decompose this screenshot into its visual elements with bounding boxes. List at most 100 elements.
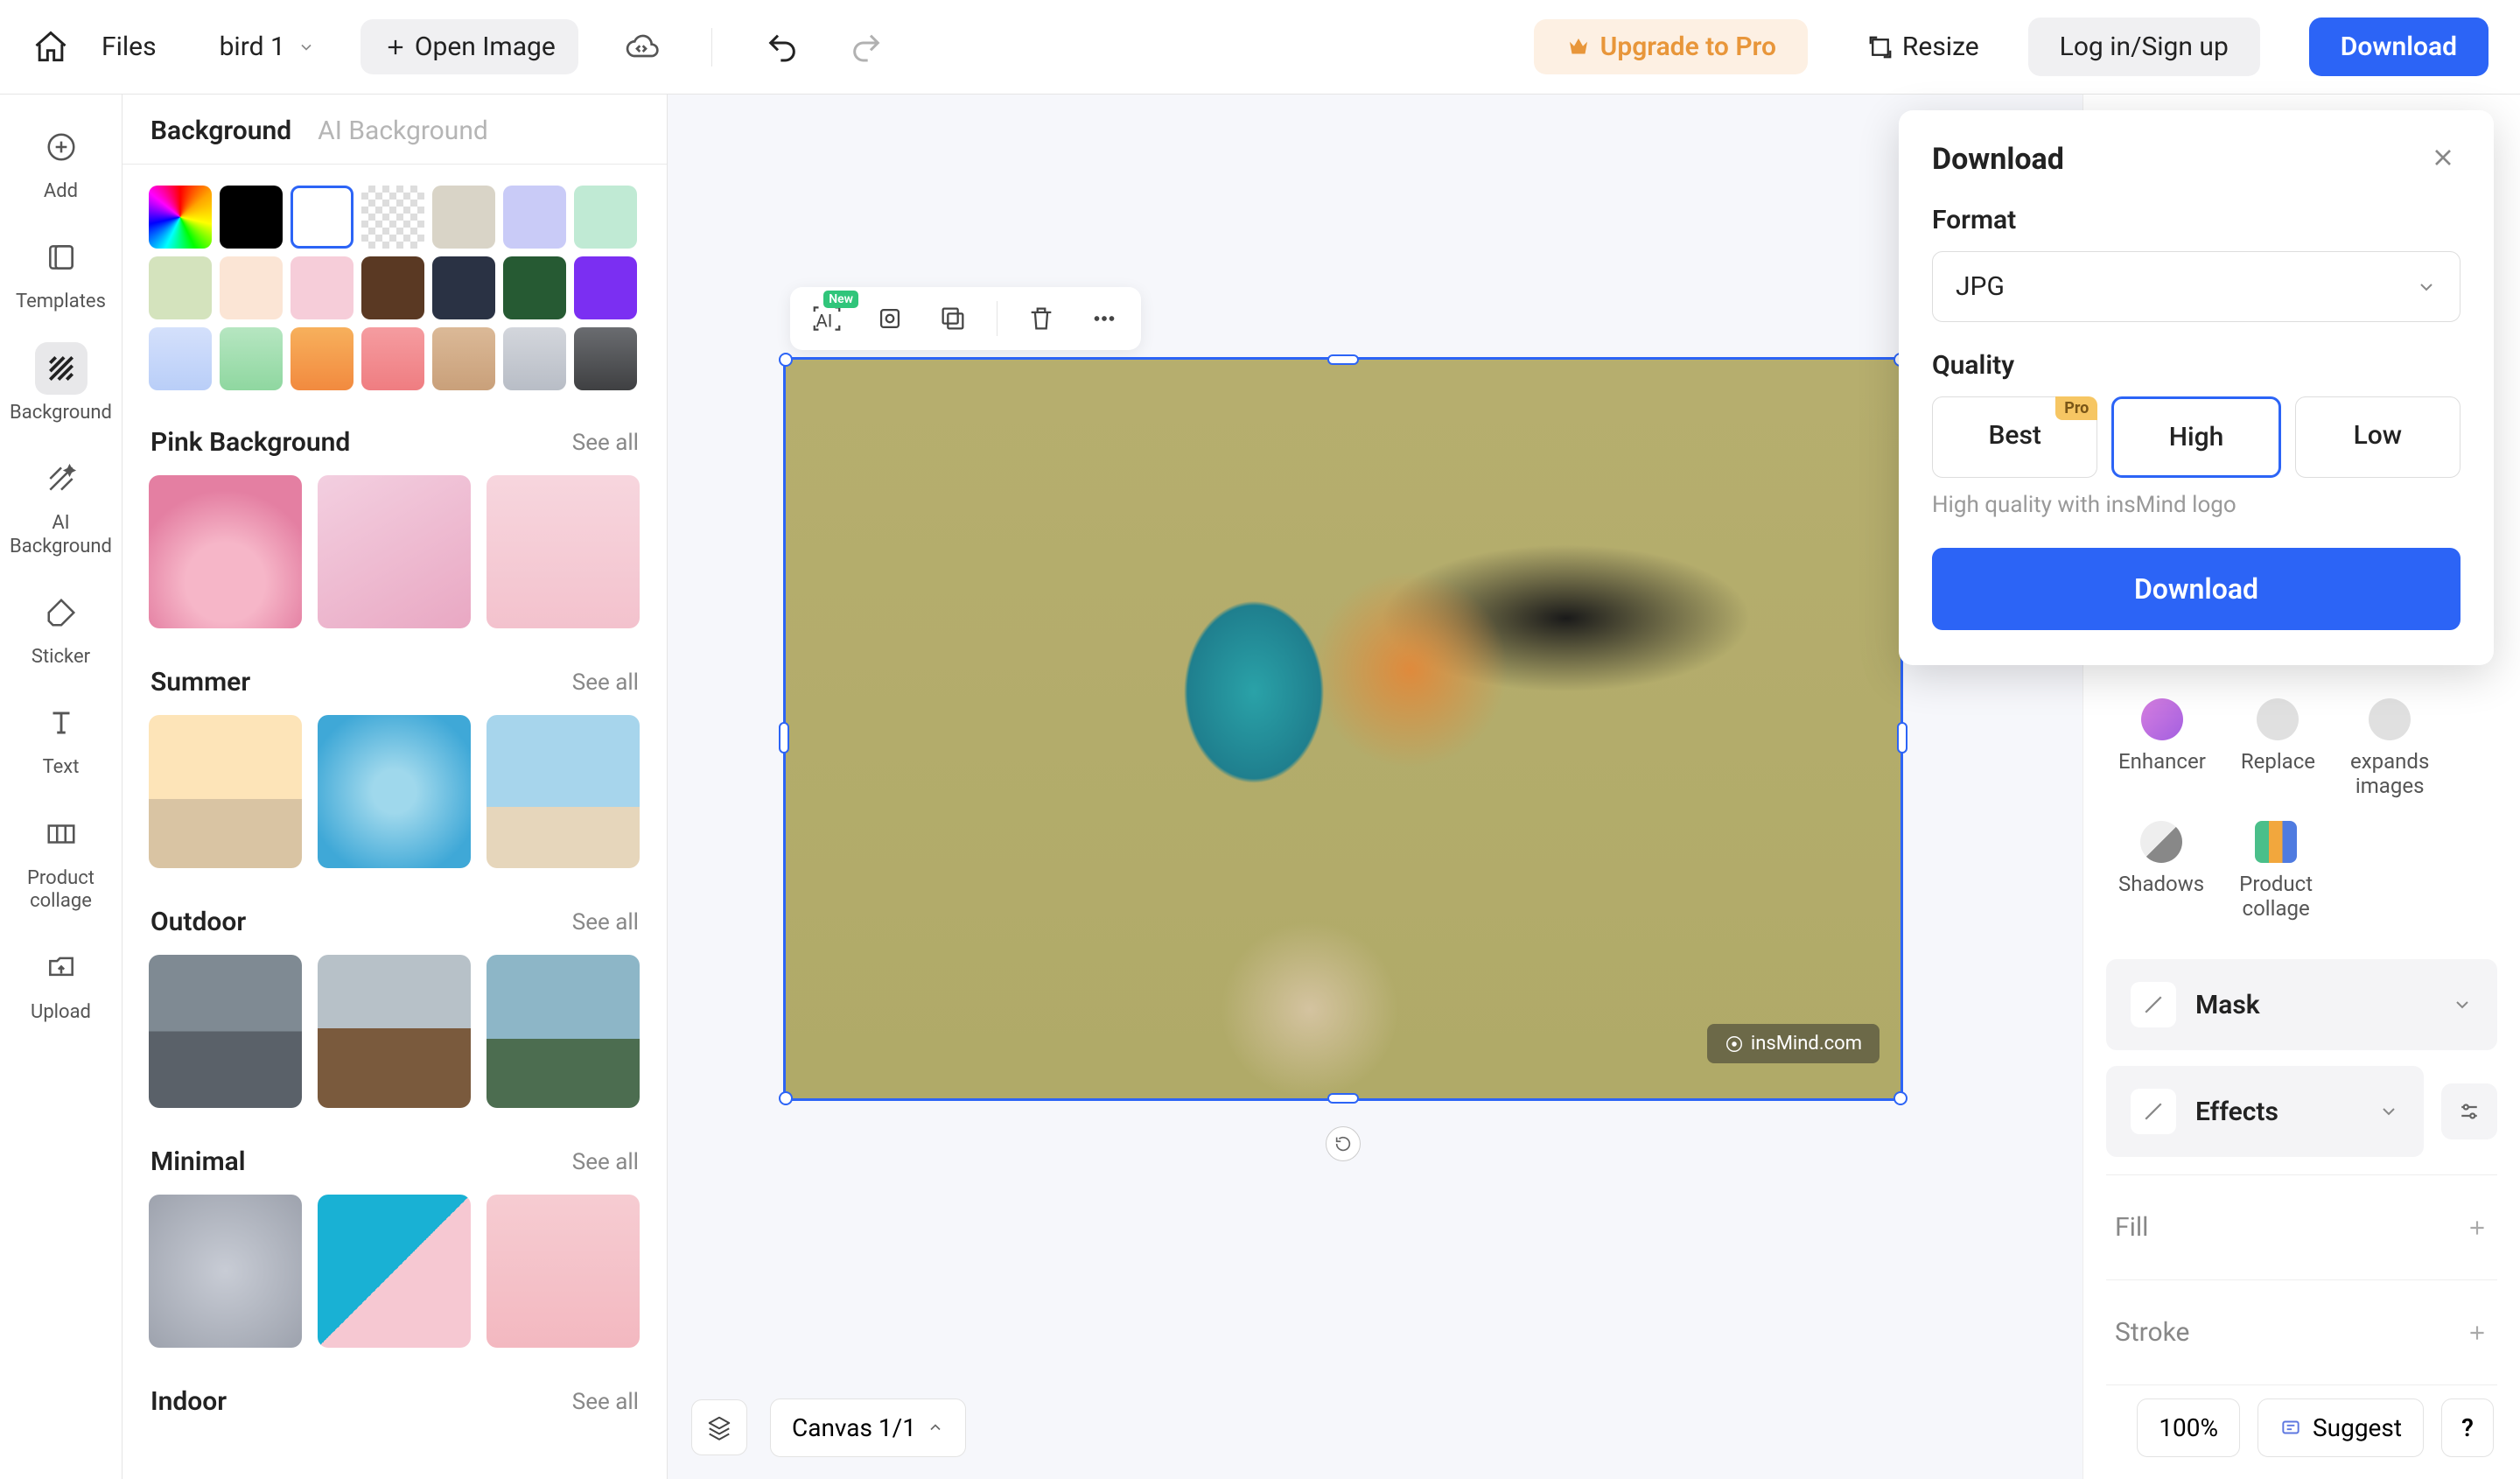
canvas-image[interactable]	[786, 360, 1900, 1098]
bg-thumb-pink-3[interactable]	[486, 475, 640, 628]
sliders-icon	[2456, 1098, 2482, 1125]
layers-button[interactable]	[691, 1399, 747, 1455]
zoom-level-button[interactable]: 100%	[2137, 1398, 2240, 1457]
rotate-handle[interactable]	[1326, 1126, 1361, 1161]
bg-thumb-summer-3[interactable]	[486, 715, 640, 868]
bg-thumb-outdoor-1[interactable]	[149, 955, 302, 1108]
quality-best-button[interactable]: Best Pro	[1932, 396, 2097, 478]
cloud-sync-icon[interactable]	[624, 30, 659, 65]
swatch-dark-grey-grad[interactable]	[574, 327, 637, 390]
handle-mb[interactable]	[1327, 1093, 1359, 1104]
tool-product-collage[interactable]: Product collage	[2239, 821, 2313, 921]
handle-ml[interactable]	[779, 722, 789, 754]
bg-thumb-pink-2[interactable]	[318, 475, 471, 628]
bg-thumb-summer-1[interactable]	[149, 715, 302, 868]
swatch-navy[interactable]	[432, 256, 495, 319]
swatch-orange-grad[interactable]	[290, 327, 354, 390]
swatch-lavender[interactable]	[503, 186, 566, 249]
canvas-area[interactable]: AI New insMind.com	[668, 95, 2082, 1479]
tab-ai-background[interactable]: AI Background	[318, 116, 488, 146]
canvas-page-selector[interactable]: Canvas 1/1	[770, 1398, 966, 1457]
swatch-light-green-grad[interactable]	[220, 327, 283, 390]
crop-tool-button[interactable]	[871, 299, 909, 338]
see-all-minimal[interactable]: See all	[572, 1149, 639, 1175]
swatch-coral-grad[interactable]	[361, 327, 424, 390]
close-modal-button[interactable]	[2429, 144, 2460, 175]
delete-button[interactable]	[1022, 299, 1060, 338]
open-image-button[interactable]: Open Image	[360, 19, 578, 74]
swatch-dark-green[interactable]	[503, 256, 566, 319]
handle-tl[interactable]	[779, 353, 793, 367]
tool-expands[interactable]: expands images	[2350, 698, 2429, 798]
home-icon[interactable]	[32, 28, 70, 67]
rail-add[interactable]: Add	[4, 116, 118, 208]
swatch-pink[interactable]	[290, 256, 354, 319]
new-badge: New	[823, 291, 858, 308]
chevron-down-icon	[298, 39, 315, 56]
rail-sticker[interactable]: Sticker	[4, 581, 118, 674]
upgrade-pro-button[interactable]: Upgrade to Pro	[1534, 19, 1808, 74]
fill-row[interactable]: Fill	[2083, 1193, 2520, 1262]
swatch-brown[interactable]	[361, 256, 424, 319]
rail-templates[interactable]: Templates	[4, 226, 118, 319]
handle-br[interactable]	[1894, 1091, 1908, 1105]
download-button[interactable]: Download	[2309, 18, 2488, 76]
file-name-dropdown[interactable]: bird 1	[220, 32, 315, 62]
swatch-black[interactable]	[220, 186, 283, 249]
download-action-button[interactable]: Download	[1932, 548, 2460, 630]
suggest-button[interactable]: Suggest	[2258, 1398, 2424, 1457]
swatch-purple[interactable]	[574, 256, 637, 319]
rail-ai-background[interactable]: AI Background	[4, 447, 118, 564]
tool-enhancer[interactable]: Enhancer	[2118, 698, 2206, 798]
rail-background[interactable]: Background	[4, 337, 118, 430]
swatch-color-picker[interactable]	[149, 186, 212, 249]
login-signup-button[interactable]: Log in/Sign up	[2028, 18, 2260, 76]
tool-replace[interactable]: Replace	[2241, 698, 2315, 798]
more-button[interactable]	[1085, 299, 1124, 338]
resize-button[interactable]: Resize	[1867, 32, 1979, 62]
swatch-transparent[interactable]	[361, 186, 424, 249]
bg-thumb-pink-1[interactable]	[149, 475, 302, 628]
see-all-summer[interactable]: See all	[572, 669, 639, 696]
quality-low-button[interactable]: Low	[2295, 396, 2460, 478]
stroke-row[interactable]: Stroke	[2083, 1298, 2520, 1367]
see-all-outdoor[interactable]: See all	[572, 909, 639, 936]
see-all-indoor[interactable]: See all	[572, 1389, 639, 1415]
duplicate-button[interactable]	[934, 299, 972, 338]
bg-thumb-outdoor-2[interactable]	[318, 955, 471, 1108]
bg-thumb-minimal-2[interactable]	[318, 1195, 471, 1348]
effects-settings-button[interactable]	[2441, 1083, 2497, 1139]
mask-accordion[interactable]: Mask	[2106, 959, 2497, 1050]
rail-text[interactable]: Text	[4, 691, 118, 784]
handle-bl[interactable]	[779, 1091, 793, 1105]
undo-icon[interactable]	[765, 30, 800, 65]
bg-thumb-outdoor-3[interactable]	[486, 955, 640, 1108]
swatch-tan[interactable]	[432, 186, 495, 249]
tab-background[interactable]: Background	[150, 116, 291, 146]
handle-mt[interactable]	[1327, 354, 1359, 365]
redo-icon[interactable]	[849, 30, 884, 65]
swatch-light-blue-grad[interactable]	[149, 327, 212, 390]
see-all-pink[interactable]: See all	[572, 430, 639, 456]
help-button[interactable]: ?	[2441, 1398, 2494, 1457]
rail-upload[interactable]: Upload	[4, 936, 118, 1029]
swatch-white-selected[interactable]	[290, 186, 354, 249]
bg-thumb-summer-2[interactable]	[318, 715, 471, 868]
format-select[interactable]: JPG	[1932, 251, 2460, 322]
swatch-grey-grad[interactable]	[503, 327, 566, 390]
ai-tool-button[interactable]: AI New	[808, 299, 846, 338]
selection-box[interactable]: insMind.com	[783, 357, 1903, 1101]
effects-accordion[interactable]: Effects	[2106, 1066, 2424, 1157]
swatch-mint[interactable]	[574, 186, 637, 249]
swatch-tan-grad[interactable]	[432, 327, 495, 390]
swatch-sage[interactable]	[149, 256, 212, 319]
bg-thumb-minimal-3[interactable]	[486, 1195, 640, 1348]
tool-shadows[interactable]: Shadows	[2118, 821, 2204, 921]
plus-icon	[2466, 1321, 2488, 1344]
files-menu[interactable]: Files	[102, 32, 157, 62]
bg-thumb-minimal-1[interactable]	[149, 1195, 302, 1348]
quality-high-button[interactable]: High	[2111, 396, 2280, 478]
handle-mr[interactable]	[1897, 722, 1908, 754]
swatch-peach[interactable]	[220, 256, 283, 319]
rail-product-collage[interactable]: Product collage	[4, 803, 118, 919]
